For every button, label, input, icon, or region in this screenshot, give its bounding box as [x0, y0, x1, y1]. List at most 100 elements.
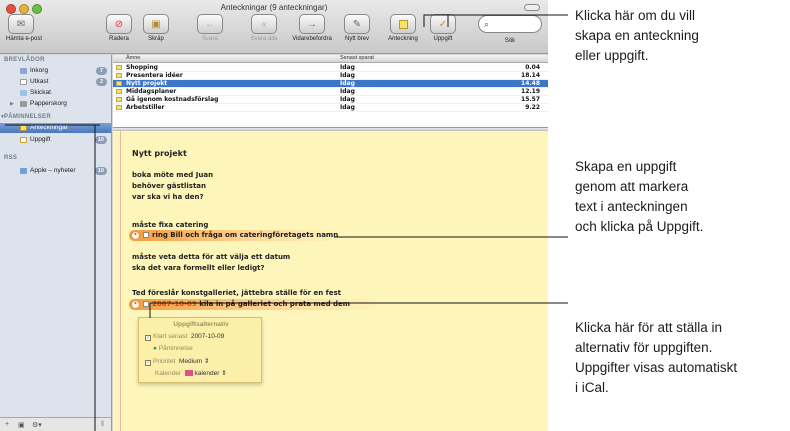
show-activity-icon[interactable]: ▣	[18, 421, 25, 429]
inbox-icon	[20, 68, 27, 74]
sidebar: BREVLÅDOR Inkorg 7 Utkast 2 Skickat ▶ Pa…	[0, 55, 112, 431]
callout-todo-options: Klicka här för att ställa in alternativ …	[575, 320, 738, 395]
todo-options-button[interactable]: •	[131, 231, 140, 240]
forward-button[interactable]: → Vidarebefordra	[290, 14, 334, 42]
toolbar-toggle-button[interactable]	[524, 4, 540, 11]
count-badge: 10	[94, 167, 107, 175]
gear-icon[interactable]: ⚙▾	[32, 421, 42, 429]
resize-handle-icon[interactable]: ⦀	[101, 421, 104, 429]
todo-item[interactable]: • 2007-10-09 kila in på galleriet och pr…	[129, 299, 379, 310]
toolbar: Anteckningar (9 anteckningar) ✉ Hämta e-…	[0, 0, 548, 54]
note-icon	[116, 65, 122, 70]
calendar-color-icon	[184, 370, 193, 376]
new-note-button[interactable]: Anteckning	[387, 14, 419, 42]
add-icon[interactable]: +	[5, 421, 9, 428]
note-icon	[116, 81, 122, 86]
list-row[interactable]: Presentera idéer Idag 18.14	[113, 72, 548, 80]
sidebar-item-sent[interactable]: Skickat	[0, 88, 111, 98]
note-title: Nytt projekt	[132, 149, 187, 158]
sent-icon	[20, 90, 27, 96]
column-subject[interactable]: Ämne	[126, 55, 140, 61]
unread-badge: 7	[96, 67, 107, 75]
compose-icon: ✎	[344, 14, 370, 34]
calendar-row: Kalender kalender ⇕	[155, 370, 227, 377]
note-line: behöver gästlistan	[132, 182, 207, 190]
sidebar-item-inbox[interactable]: Inkorg 7	[0, 66, 111, 76]
calendar-select[interactable]: kalender ⇕	[194, 370, 226, 377]
search-label: Sök	[504, 38, 516, 44]
callout-create-note: Klicka här om du vill skapa en antecknin…	[575, 8, 699, 63]
todo-item[interactable]: • ring Bill och fråga om cateringföretag…	[129, 230, 339, 241]
list-header: Ämne Senast sparat	[113, 55, 548, 63]
sidebar-action-bar: + ▣ ⚙▾ ⦀	[0, 417, 111, 431]
delete-icon: ⊘	[106, 14, 132, 34]
reply-all-button[interactable]: « Svara alla	[248, 14, 280, 42]
note-line: måste veta detta för att välja ett datum	[132, 253, 291, 261]
note-line: måste fixa catering	[132, 221, 209, 229]
sidebar-item-notes[interactable]: Anteckningar	[0, 123, 111, 133]
priority-row: ✓ Prioritet Medium ⇕	[145, 358, 210, 366]
note-icon	[116, 97, 122, 102]
sidebar-item-trash[interactable]: ▶ Papperskorg	[0, 99, 111, 109]
list-row-selected[interactable]: Nytt projekt Idag 14.48	[113, 80, 548, 88]
list-row[interactable]: Shopping Idag 0.04	[113, 64, 548, 72]
junk-icon: ▣	[143, 14, 169, 34]
drafts-icon	[20, 79, 27, 85]
trash-icon	[20, 101, 27, 107]
todo-options-popup: Uppgiftsalternativ ✓ Klart senast 2007-10…	[138, 317, 262, 383]
envelope-icon: ✉	[8, 14, 34, 34]
due-date-field[interactable]: 2007-10-09	[191, 333, 224, 340]
reminders-header: PÅMINNELSER	[4, 114, 51, 120]
reply-arrow-icon: ←	[197, 14, 223, 34]
list-row[interactable]: Arbetstiller Idag 9.22	[113, 104, 548, 112]
delete-button[interactable]: ⊘ Radera	[104, 14, 134, 42]
rss-feed-icon	[20, 168, 27, 174]
popup-title: Uppgiftsalternativ	[173, 321, 229, 328]
priority-checkbox[interactable]: ✓	[145, 360, 151, 366]
sidebar-item-todo[interactable]: Uppgift 10	[0, 135, 111, 145]
rss-header: RSS	[4, 155, 18, 161]
manual-page: Anteckningar (9 anteckningar) ✉ Hämta e-…	[0, 0, 790, 431]
note-line: Ted föreslår konstgalleriet, jättebra st…	[132, 289, 341, 297]
mail-window: Anteckningar (9 anteckningar) ✉ Hämta e-…	[0, 0, 548, 431]
note-list: Ämne Senast sparat Shopping Idag 0.04 Pr…	[113, 55, 548, 127]
note-icon	[116, 89, 122, 94]
due-date-row: ✓ Klart senast 2007-10-09	[145, 333, 225, 341]
list-row[interactable]: Gå igenom kostnadsförslag Idag 15.57	[113, 96, 548, 104]
note-icon	[116, 105, 122, 110]
add-alarm-icon[interactable]: ●	[153, 345, 157, 352]
new-message-button[interactable]: ✎ Nytt brev	[342, 14, 372, 42]
note-icon	[116, 73, 122, 78]
todo-icon	[20, 137, 27, 143]
unread-badge: 2	[96, 78, 107, 86]
note-margin-line	[120, 131, 121, 431]
window-title: Anteckningar (9 anteckningar)	[220, 3, 328, 12]
list-row[interactable]: Middagsplaner Idag 12.19	[113, 88, 548, 96]
sidebar-item-apple-news[interactable]: Apple – nyheter 10	[0, 166, 111, 176]
todo-due-date: 2007-10-09	[152, 300, 197, 308]
due-date-checkbox[interactable]: ✓	[145, 335, 151, 341]
sidebar-item-drafts[interactable]: Utkast 2	[0, 77, 111, 87]
priority-select[interactable]: Medium ⇕	[179, 358, 209, 365]
note-line: var ska vi ha den?	[132, 193, 204, 201]
new-todo-button[interactable]: ✓ Uppgift	[427, 14, 459, 42]
todo-options-button[interactable]: •	[131, 300, 140, 309]
junk-button[interactable]: ▣ Skräp	[141, 14, 171, 42]
alarm-row: ● Påminnelse	[153, 345, 193, 352]
reply-all-arrow-icon: «	[251, 14, 277, 34]
note-line: boka möte med Juan	[132, 171, 214, 179]
callout-create-todo: Skapa en uppgift genom att markera text …	[575, 159, 704, 234]
reply-button[interactable]: ← Svara	[194, 14, 226, 42]
get-mail-button[interactable]: ✉ Hämta e-post	[6, 14, 42, 42]
note-icon	[20, 125, 27, 131]
search-input[interactable]: ⌕	[478, 15, 542, 33]
mailboxes-header: BREVLÅDOR	[4, 57, 45, 63]
todo-checkbox[interactable]	[143, 232, 149, 238]
todo-checkbox[interactable]	[143, 301, 149, 307]
count-badge: 10	[94, 136, 107, 144]
note-editor[interactable]: Nytt projekt boka möte med Juan behöver …	[113, 131, 548, 431]
note-line: ska det vara formellt eller ledigt?	[132, 264, 265, 272]
column-last-saved[interactable]: Senast sparat	[340, 55, 374, 61]
disclosure-triangle-icon[interactable]: ▶	[10, 99, 14, 109]
collapse-triangle-icon[interactable]: ▼	[0, 114, 5, 120]
